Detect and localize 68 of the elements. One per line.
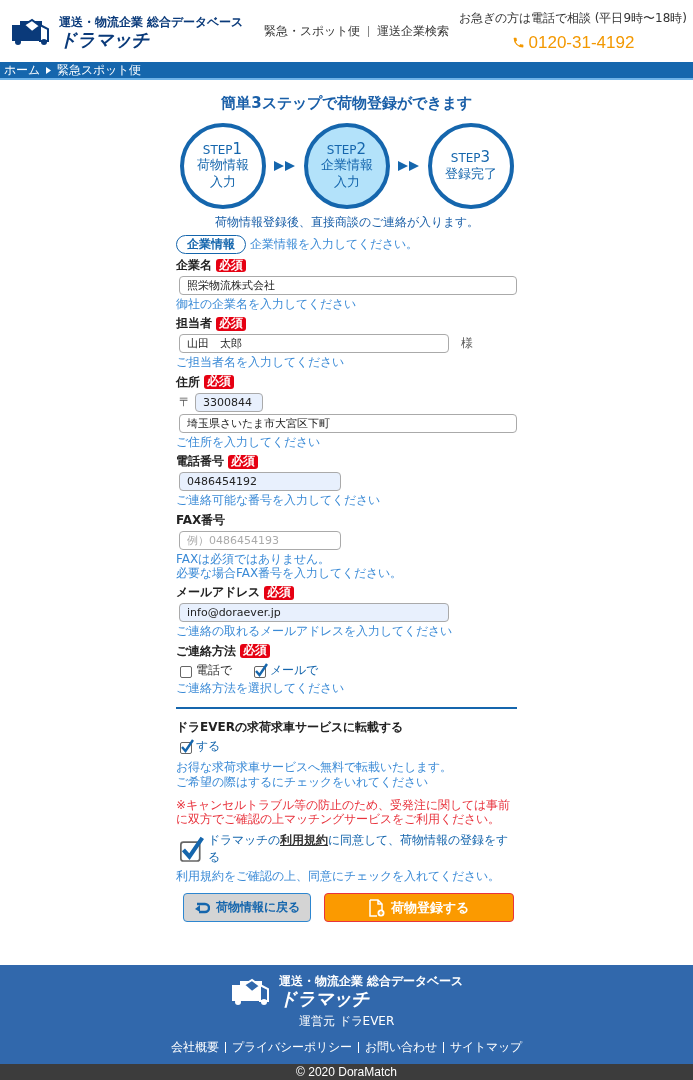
agreement-hint: 利用規約をご確認の上、同意にチェックを入れてください。: [176, 868, 501, 884]
required-badge: 必須: [216, 317, 246, 331]
field-hint: お得な求荷求車サービスへ無料で転載いたします。 ご希望の際はするにチェックをいれてください: [176, 760, 453, 789]
input-field[interactable]: 埼玉県さいたま市大宮区下町: [179, 413, 517, 433]
chevron-icon: [46, 66, 51, 74]
logo-tagline: 運送・物流企業 総合データベース: [59, 13, 244, 31]
terms-link[interactable]: 利用規約: [280, 832, 328, 847]
footer-link[interactable]: サイトマップ: [450, 1039, 522, 1056]
arrows-icon: [273, 161, 296, 171]
field-label: 企業名: [176, 257, 212, 274]
field-label: 担当者: [176, 315, 212, 333]
field-label: 電話番号: [176, 453, 224, 471]
field-label: 住所: [176, 373, 200, 391]
field-hint: ご連絡方法を選択してください: [176, 680, 345, 696]
field-label: ご連絡方法: [176, 642, 236, 660]
phone-icon: [511, 36, 525, 49]
field-hint: ご連絡可能な番号を入力してください: [176, 493, 381, 508]
contact-note: お急ぎの方は電話で相談 (平日9時〜18時): [458, 9, 687, 27]
required-badge: 必須: [264, 585, 294, 600]
input-field[interactable]: info@doraever.jp: [179, 603, 449, 623]
required-badge: 必須: [228, 454, 258, 469]
footer-link[interactable]: お問い合わせ: [365, 1039, 437, 1056]
return-arrow-icon: [194, 901, 210, 914]
field-hint: ご住所を入力してください: [176, 434, 321, 450]
field-label: ドラEVERの求荷求車サービスに転載する: [176, 719, 404, 737]
arrows-icon: [397, 161, 420, 171]
checkbox-label[interactable]: する: [196, 738, 220, 756]
input-field[interactable]: 3300844: [195, 392, 263, 412]
checkbox-label[interactable]: 電話で: [196, 661, 232, 679]
document-add-icon: [369, 898, 385, 917]
required-badge: 必須: [216, 258, 246, 273]
agreement-text: ドラマッチの利用規約に同意して、荷物情報の登録をする: [208, 831, 509, 866]
honorific-suffix: 様: [461, 335, 473, 353]
required-badge: 必須: [204, 375, 234, 390]
logo-wordmark: ドラマッチ: [278, 990, 371, 1008]
logo-wordmark[interactable]: ドラマッチ: [59, 30, 244, 49]
postal-mark: 〒: [179, 393, 191, 411]
checkbox-label[interactable]: メールで: [270, 661, 318, 679]
warning-text: ※キャンセルトラブル等の防止のため、受発注に関しては事前に双方でご確認の上マッチングサービスをご利用ください。: [176, 797, 512, 827]
step-circle: STEP1 荷物情報 入力: [179, 123, 266, 209]
input-field[interactable]: 照栄物流株式会社: [179, 276, 517, 295]
step-circle: STEP2 企業情報 入力: [303, 123, 390, 209]
breadcrumb-item[interactable]: ホーム: [4, 64, 40, 76]
breadcrumb-item: 緊急スポット便: [57, 64, 141, 76]
page-heading: 簡単3ステップで荷物登録ができます: [220, 94, 473, 113]
required-badge: 必須: [240, 644, 270, 659]
footer-link[interactable]: プライバシーポリシー: [232, 1039, 352, 1056]
logo-tagline: 運送・物流企業 総合データベース: [278, 973, 464, 990]
section-hint: 企業情報を入力してください。: [250, 237, 418, 252]
operator-text: 運営元 ドラEVER: [298, 1013, 395, 1030]
nav-link[interactable]: 運送企業検索: [376, 22, 449, 40]
checkbox[interactable]: [254, 662, 268, 678]
checkbox[interactable]: [180, 835, 204, 862]
back-button[interactable]: 荷物情報に戻る: [183, 893, 311, 923]
input-field[interactable]: 山田 太郎: [179, 334, 449, 354]
footer-link[interactable]: 会社概要: [171, 1039, 219, 1056]
field-hint: FAXは必須ではありません。 必要な場合FAX番号を入力してください。: [176, 551, 404, 581]
nav-link[interactable]: 緊急・スポット便: [263, 22, 360, 40]
checkbox[interactable]: [180, 739, 194, 755]
field-label: メールアドレス: [176, 584, 260, 602]
copyright: © 2020 DoraMatch: [0, 1064, 693, 1080]
step-circle: STEP3 登録完了: [427, 123, 514, 209]
input-field[interactable]: 0486454192: [179, 472, 341, 492]
field-hint: ご連絡の取れるメールアドレスを入力してください: [176, 624, 453, 639]
field-label: FAX番号: [176, 511, 226, 529]
step-note: 荷物情報登録後、直接商談のご連絡が入ります。: [213, 214, 480, 231]
field-hint: 御社の企業名を入力してください: [176, 297, 357, 312]
field-hint: ご担当者名を入力してください: [176, 355, 345, 370]
